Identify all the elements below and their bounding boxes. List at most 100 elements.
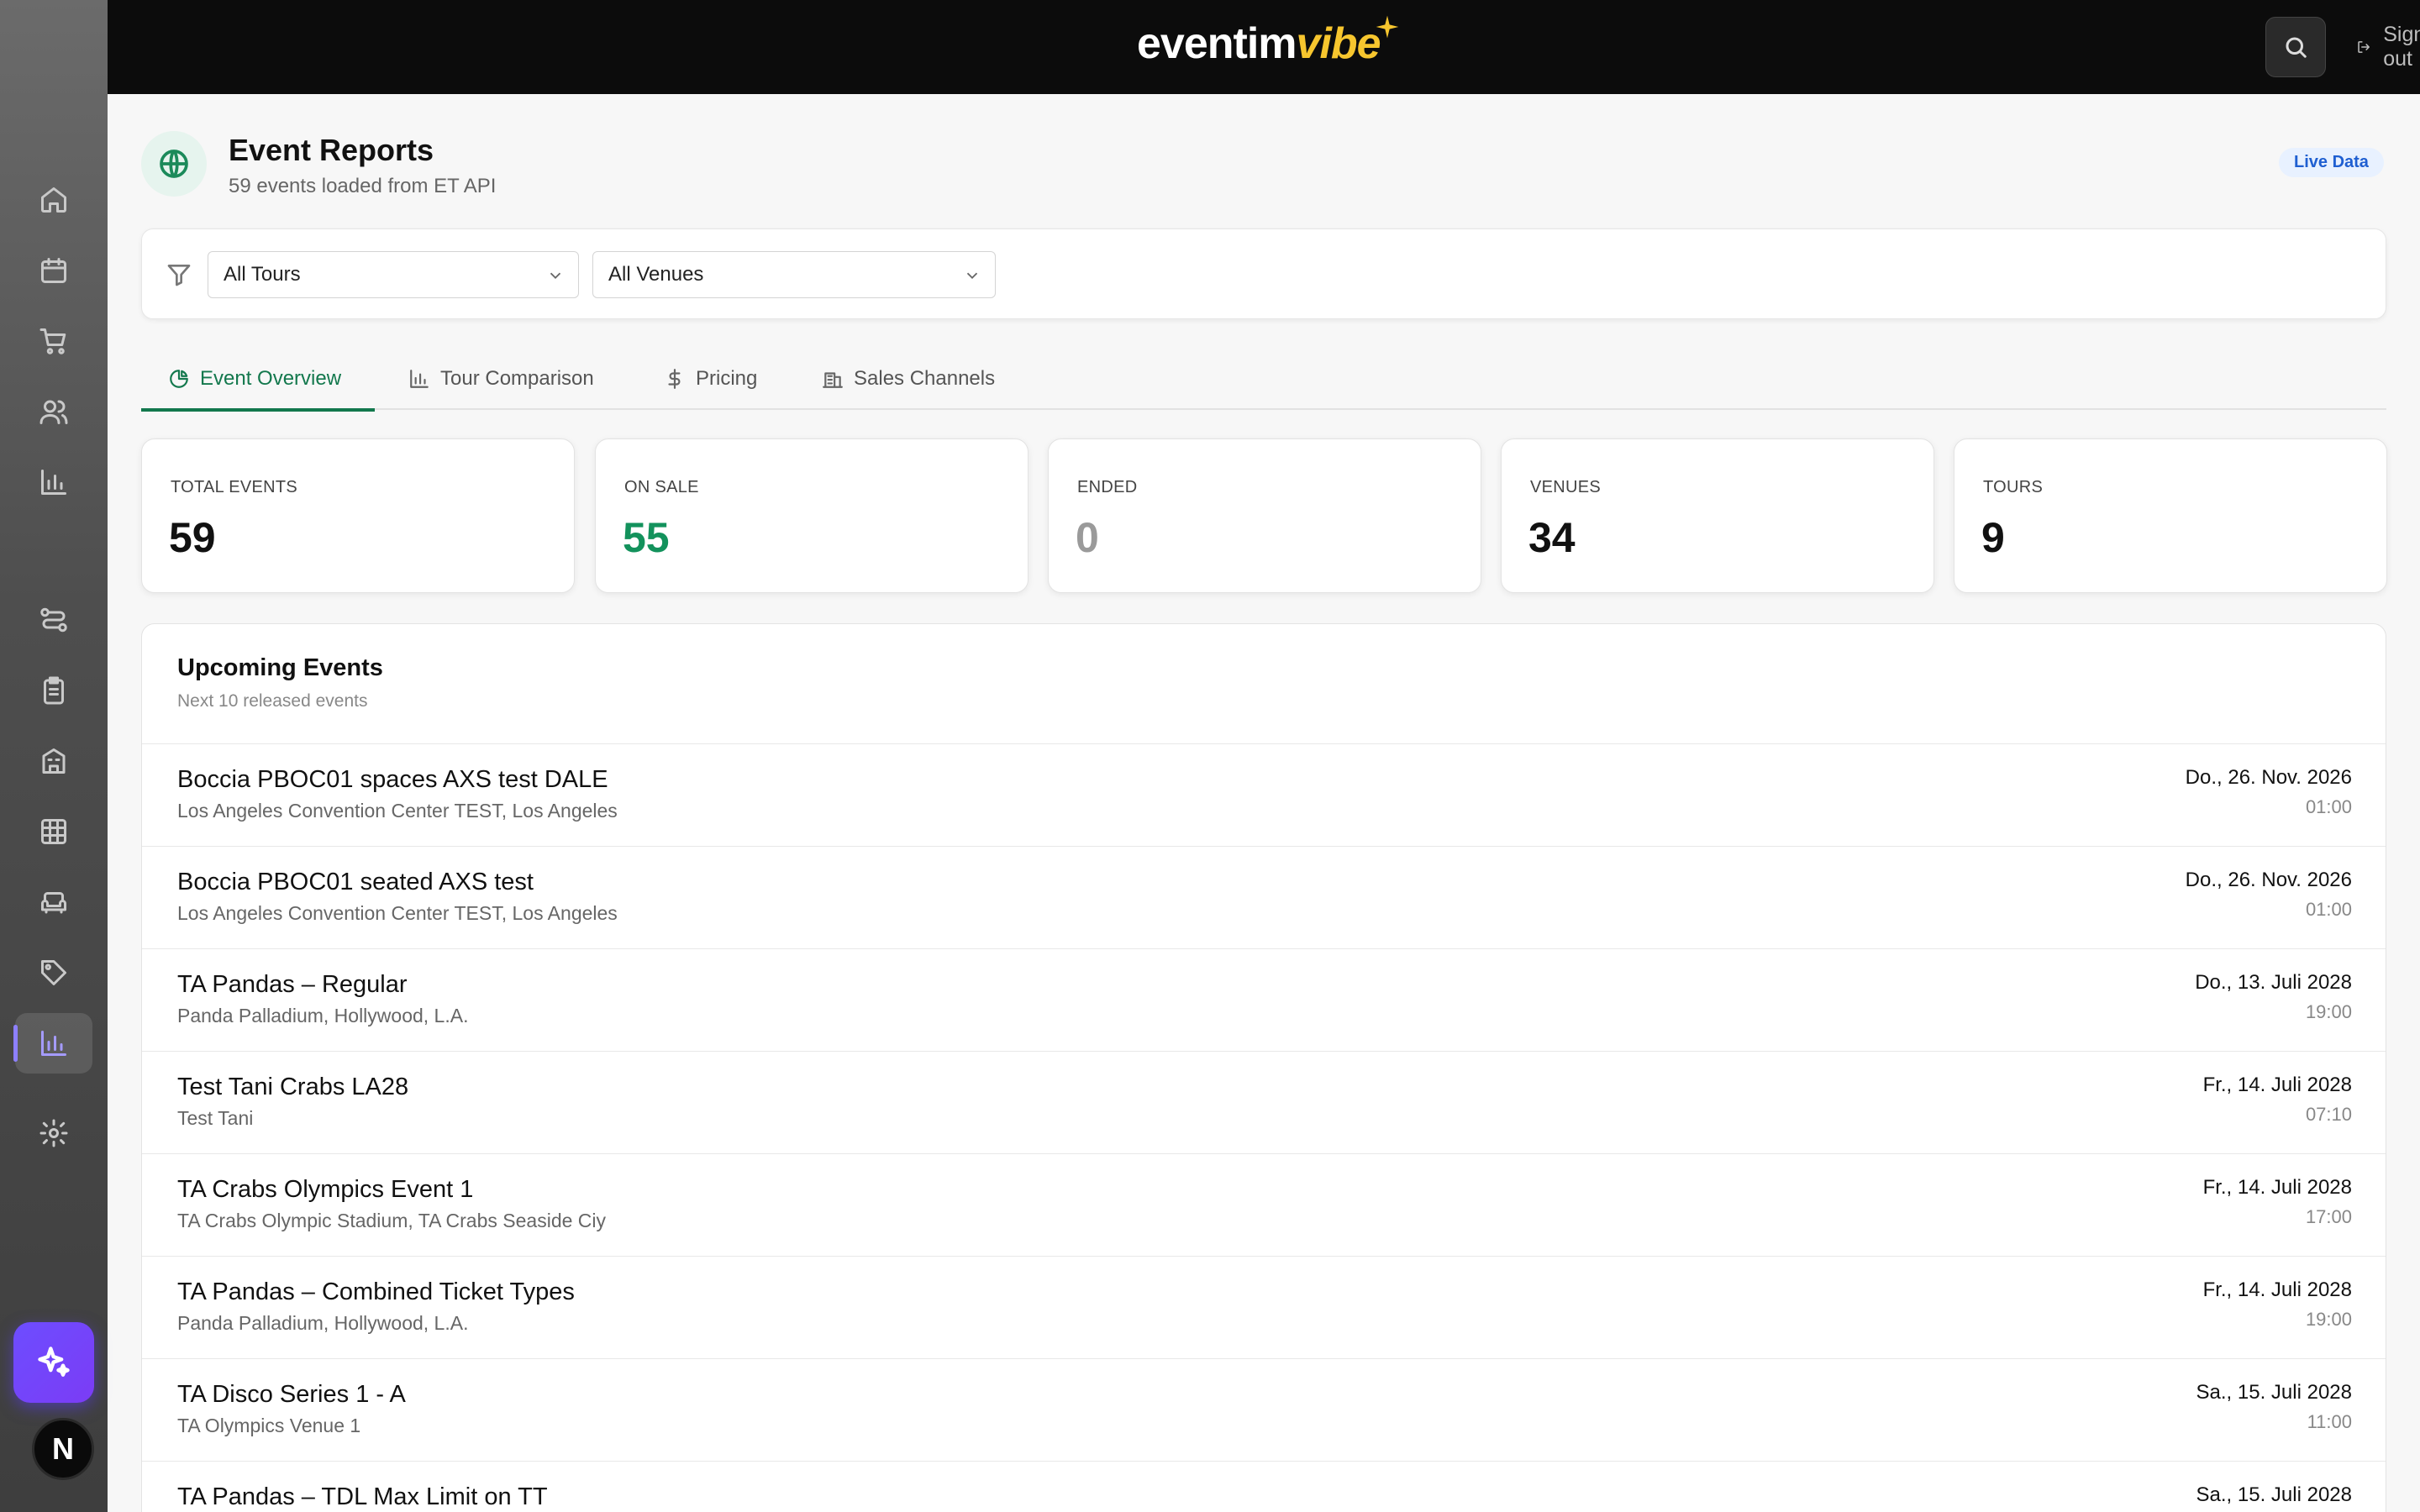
stat-card-venues: VENUES 34 bbox=[1501, 438, 1934, 593]
tab-pricing[interactable]: Pricing bbox=[637, 348, 784, 410]
event-time: 07:10 bbox=[2305, 1104, 2352, 1125]
event-venue: TA Olympics Venue 1 bbox=[177, 1415, 361, 1436]
sofa-icon bbox=[41, 892, 66, 914]
venue-select[interactable]: All Venues bbox=[592, 251, 996, 298]
sidebar-item-tasks[interactable] bbox=[15, 660, 92, 721]
page-icon bbox=[141, 131, 207, 197]
search-button[interactable] bbox=[2265, 17, 2326, 77]
page-subtitle: 59 events loaded from ET API bbox=[229, 175, 497, 197]
sidebar-item-seating[interactable] bbox=[15, 872, 92, 932]
sidebar-item-settings[interactable] bbox=[15, 1103, 92, 1163]
grid-icon bbox=[41, 819, 66, 844]
sidebar-item-analytics[interactable] bbox=[15, 452, 92, 512]
event-venue: Test Tani bbox=[177, 1107, 254, 1129]
event-name: TA Crabs Olympics Event 1 bbox=[177, 1176, 474, 1203]
globe-icon bbox=[160, 150, 188, 178]
event-venue: Los Angeles Convention Center TEST, Los … bbox=[177, 902, 618, 924]
building-icon bbox=[823, 372, 843, 388]
pie-icon bbox=[170, 370, 188, 388]
stat-label: ENDED bbox=[1077, 478, 1138, 496]
users-icon bbox=[39, 400, 68, 424]
tag-icon bbox=[41, 960, 66, 985]
live-data-badge: Live Data bbox=[2279, 148, 2384, 177]
topbar: eventim vibe Sign out bbox=[108, 0, 2420, 94]
event-row[interactable]: TA Pandas – Combined Ticket Types Panda … bbox=[142, 1256, 2386, 1358]
event-row[interactable]: TA Pandas – Regular Panda Palladium, Hol… bbox=[142, 948, 2386, 1051]
sparkles-icon bbox=[38, 1347, 70, 1377]
event-row[interactable]: TA Crabs Olympics Event 1 TA Crabs Olymp… bbox=[142, 1153, 2386, 1256]
sidebar-item-reports[interactable] bbox=[13, 1013, 92, 1074]
sidebar-item-customers[interactable] bbox=[15, 381, 92, 442]
chevron-down-icon bbox=[546, 266, 565, 285]
stat-label: TOURS bbox=[1983, 478, 2044, 496]
tour-select[interactable]: All Tours bbox=[208, 251, 579, 298]
stat-label: TOTAL EVENTS bbox=[171, 478, 298, 496]
bar-chart-icon bbox=[410, 370, 429, 388]
tab-sales-channels[interactable]: Sales Channels bbox=[795, 348, 1022, 410]
calendar-icon bbox=[41, 258, 66, 283]
event-date: Do., 26. Nov. 2026 bbox=[2185, 869, 2352, 891]
event-venue: Los Angeles Convention Center TEST, Los … bbox=[177, 800, 618, 822]
stat-card-tours: TOURS 9 bbox=[1954, 438, 2387, 593]
event-date: Sa., 15. Juli 2028 bbox=[2196, 1483, 2352, 1506]
panel-subtitle: Next 10 released events bbox=[177, 691, 368, 711]
stat-value: 55 bbox=[623, 514, 670, 561]
event-row[interactable]: TA Disco Series 1 - A TA Olympics Venue … bbox=[142, 1358, 2386, 1461]
sidebar: N bbox=[0, 0, 108, 1512]
event-date: Fr., 14. Juli 2028 bbox=[2202, 1074, 2352, 1096]
stat-value: 59 bbox=[169, 514, 216, 561]
event-time: 19:00 bbox=[2305, 1001, 2352, 1022]
tab-tour-comparison[interactable]: Tour Comparison bbox=[381, 348, 621, 410]
sign-out-button[interactable]: Sign out bbox=[2356, 23, 2420, 71]
event-row[interactable]: TA Pandas – TDL Max Limit on TT Sa., 15.… bbox=[142, 1461, 2386, 1512]
event-venue: Panda Palladium, Hollywood, L.A. bbox=[177, 1005, 469, 1026]
event-date: Fr., 14. Juli 2028 bbox=[2202, 1176, 2352, 1199]
sidebar-item-home[interactable] bbox=[15, 170, 92, 230]
stat-value: 0 bbox=[1076, 514, 1099, 561]
event-row[interactable]: Boccia PBOC01 seated AXS test Los Angele… bbox=[142, 846, 2386, 948]
chart-icon bbox=[41, 470, 66, 495]
event-time: 17:00 bbox=[2305, 1206, 2352, 1227]
tour-select-value: All Tours bbox=[224, 263, 301, 286]
event-venue: Panda Palladium, Hollywood, L.A. bbox=[177, 1312, 469, 1334]
tab-event-overview[interactable]: Event Overview bbox=[141, 348, 375, 412]
event-name: TA Pandas – Regular bbox=[177, 971, 408, 998]
sidebar-item-calendar[interactable] bbox=[15, 240, 92, 301]
sidebar-item-routes[interactable] bbox=[15, 590, 92, 650]
event-name: Boccia PBOC01 seated AXS test bbox=[177, 869, 534, 895]
sidebar-item-venues[interactable] bbox=[15, 731, 92, 791]
event-date: Sa., 15. Juli 2028 bbox=[2196, 1381, 2352, 1404]
log-out-icon bbox=[2358, 41, 2370, 53]
event-time: 11:00 bbox=[2307, 1411, 2352, 1432]
brand-logo[interactable]: eventim vibe bbox=[1137, 15, 1398, 77]
reports-icon bbox=[41, 1031, 66, 1056]
home-icon bbox=[41, 187, 66, 213]
event-time: 01:00 bbox=[2305, 899, 2352, 920]
chevron-down-icon bbox=[963, 266, 981, 285]
sign-out-label: Sign out bbox=[2383, 23, 2420, 71]
avatar[interactable]: N bbox=[32, 1418, 94, 1480]
search-icon bbox=[2286, 37, 2307, 58]
event-date: Do., 13. Juli 2028 bbox=[2195, 971, 2352, 994]
event-time: 01:00 bbox=[2305, 796, 2352, 817]
event-time: 19:00 bbox=[2305, 1309, 2352, 1330]
sidebar-item-pricing[interactable] bbox=[15, 942, 92, 1003]
page-title: Event Reports bbox=[229, 133, 434, 167]
stat-card-on-sale: ON SALE 55 bbox=[595, 438, 1028, 593]
stat-card-ended: ENDED 0 bbox=[1048, 438, 1481, 593]
report-tabs: Event Overview Tour Comparison Pricing S… bbox=[141, 348, 2386, 412]
dollar-icon bbox=[668, 369, 681, 389]
event-venue: TA Crabs Olympic Stadium, TA Crabs Seasi… bbox=[177, 1210, 607, 1231]
event-row[interactable]: Test Tani Crabs LA28 Test Tani Fr., 14. … bbox=[142, 1051, 2386, 1153]
event-date: Do., 26. Nov. 2026 bbox=[2185, 766, 2352, 789]
sidebar-item-seatmaps[interactable] bbox=[15, 801, 92, 862]
event-row[interactable]: Boccia PBOC01 spaces AXS test DALE Los A… bbox=[142, 743, 2386, 846]
event-date: Fr., 14. Juli 2028 bbox=[2202, 1278, 2352, 1301]
event-name: Test Tani Crabs LA28 bbox=[177, 1074, 409, 1100]
stat-value: 9 bbox=[1981, 514, 2005, 561]
ai-assistant-button[interactable] bbox=[13, 1322, 94, 1403]
event-name: TA Pandas – TDL Max Limit on TT bbox=[177, 1483, 548, 1510]
sidebar-item-orders[interactable] bbox=[15, 311, 92, 371]
filter-icon bbox=[166, 261, 192, 288]
stat-value: 34 bbox=[1528, 514, 1576, 561]
